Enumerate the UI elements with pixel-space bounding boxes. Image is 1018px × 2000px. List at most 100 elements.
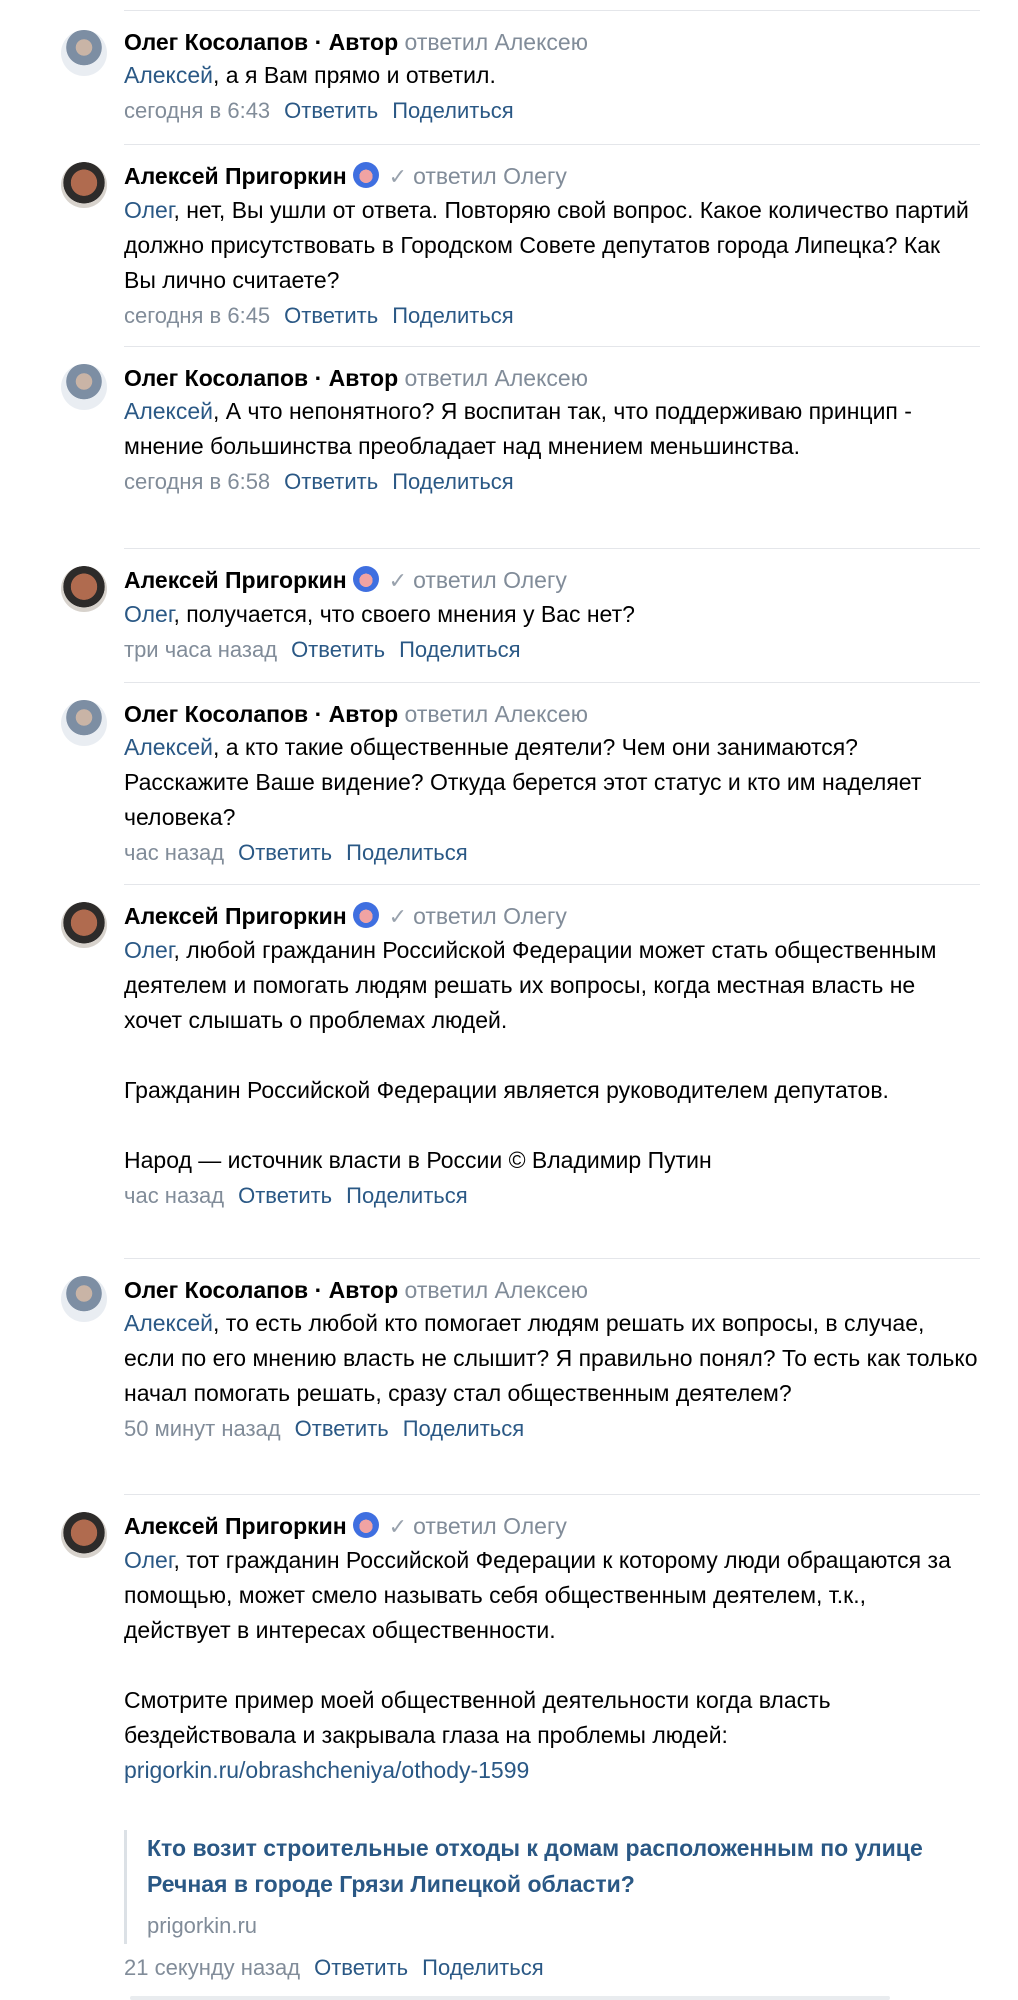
share-button[interactable]: Поделиться — [392, 469, 513, 494]
reply-button[interactable]: Ответить — [238, 840, 332, 865]
comment-meta: час назад Ответить Поделиться — [124, 835, 978, 870]
comment-header: Олег Косолапов · Автор ответил Алексею — [124, 698, 978, 730]
gift-badge-icon[interactable] — [352, 162, 379, 188]
reply-to-label[interactable]: ответил Алексею — [405, 29, 588, 55]
timestamp[interactable]: сегодня в 6:45 — [124, 303, 270, 328]
timestamp[interactable]: сегодня в 6:43 — [124, 98, 270, 123]
link-preview-snippet[interactable]: Кто возит строительные отходы к домам ра… — [124, 1830, 987, 1944]
reply-button[interactable]: Ответить — [314, 1955, 408, 1980]
comment-meta: 21 секунду назад Ответить Поделиться — [124, 1950, 978, 1985]
divider — [124, 10, 980, 11]
check-icon: ✓ — [388, 1514, 408, 1539]
reply-to-label[interactable]: ответил Алексею — [405, 1277, 588, 1303]
avatar[interactable] — [61, 902, 107, 948]
mention-link[interactable]: Олег — [124, 197, 173, 223]
author-name[interactable]: Алексей Пригоркин — [124, 163, 347, 189]
comment-body: Алексей Пригоркин ✓ ответил Олегу Олег, не… — [124, 160, 978, 333]
mention-link[interactable]: Алексей — [124, 398, 213, 424]
gift-badge-icon[interactable] — [352, 902, 379, 928]
reply-to-label[interactable]: ответил Алексею — [405, 365, 588, 391]
author-name[interactable]: Олег Косолапов — [124, 701, 308, 727]
scroll-indicator — [130, 1996, 890, 2000]
comment-meta: час назад Ответить Поделиться — [124, 1178, 978, 1213]
comment-header: Алексей Пригоркин ✓ ответил Олегу — [124, 1510, 978, 1543]
author-name[interactable]: Алексей Пригоркин — [124, 1513, 347, 1539]
comment-text: Алексей, А что непонятного? Я воспитан т… — [124, 394, 978, 464]
mention-link[interactable]: Алексей — [124, 734, 213, 760]
comment-body: Алексей Пригоркин ✓ ответил Олегу Олег, по… — [124, 564, 978, 667]
avatar[interactable] — [61, 30, 107, 76]
timestamp[interactable]: 50 минут назад — [124, 1416, 281, 1441]
avatar[interactable] — [61, 1512, 107, 1558]
comment-body: Алексей Пригоркин ✓ ответил Олегу Олег, лю… — [124, 900, 978, 1213]
reply-to-label[interactable]: ответил Алексею — [405, 701, 588, 727]
comment-header: Олег Косолапов · Автор ответил Алексею — [124, 26, 978, 58]
timestamp[interactable]: час назад — [124, 840, 224, 865]
comment-meta: сегодня в 6:45 Ответить Поделиться — [124, 298, 978, 333]
comment-meta: три часа назад Ответить Поделиться — [124, 632, 978, 667]
gift-badge-icon[interactable] — [352, 1512, 379, 1538]
mention-link[interactable]: Алексей — [124, 62, 213, 88]
author-name[interactable]: Алексей Пригоркин — [124, 567, 347, 593]
timestamp[interactable]: 21 секунду назад — [124, 1955, 300, 1980]
comment-body: Олег Косолапов · Автор ответил Алексею А… — [124, 698, 978, 870]
reply-to-label[interactable]: ответил Олегу — [413, 903, 567, 929]
avatar[interactable] — [61, 364, 107, 410]
comment-header: Олег Косолапов · Автор ответил Алексею — [124, 362, 978, 394]
author-name[interactable]: Алексей Пригоркин — [124, 903, 347, 929]
mention-link[interactable]: Олег — [124, 937, 173, 963]
external-link[interactable]: prigorkin.ru/obrashcheniya/othody-1599 — [124, 1757, 529, 1783]
share-button[interactable]: Поделиться — [346, 840, 467, 865]
avatar[interactable] — [61, 162, 107, 208]
comment-text: Алексей, а кто такие общественные деятел… — [124, 730, 978, 835]
comment-text-body: , то есть любой кто помогает людям решат… — [124, 1310, 984, 1406]
check-icon: ✓ — [388, 164, 408, 189]
reply-to-label[interactable]: ответил Олегу — [413, 567, 567, 593]
reply-button[interactable]: Ответить — [291, 637, 385, 662]
avatar[interactable] — [61, 566, 107, 612]
reply-button[interactable]: Ответить — [284, 98, 378, 123]
author-name[interactable]: Олег Косолапов — [124, 29, 308, 55]
mention-link[interactable]: Олег — [124, 601, 173, 627]
timestamp[interactable]: три часа назад — [124, 637, 277, 662]
comment-text-body: , получается, что своего мнения у Вас не… — [173, 601, 635, 627]
share-button[interactable]: Поделиться — [403, 1416, 524, 1441]
author-tag: · Автор — [308, 365, 399, 391]
comment-text-body: , любой гражданин Российской Федерации м… — [124, 937, 937, 1173]
gift-badge-icon[interactable] — [352, 566, 379, 592]
comment-text: Олег, получается, что своего мнения у Ва… — [124, 597, 978, 632]
comment-meta: сегодня в 6:43 Ответить Поделиться — [124, 93, 978, 128]
comment-header: Алексей Пригоркин ✓ ответил Олегу — [124, 564, 978, 597]
comment-text: Алексей, а я Вам прямо и ответил. — [124, 58, 978, 93]
comment-text-body: , тот гражданин Российской Федерации к к… — [124, 1547, 951, 1748]
reply-to-label[interactable]: ответил Олегу — [413, 1513, 567, 1539]
reply-to-label[interactable]: ответил Олегу — [413, 163, 567, 189]
comment-text-body: , А что непонятного? Я воспитан так, что… — [124, 398, 919, 459]
comment-link-line: prigorkin.ru/obrashcheniya/othody-1599 — [124, 1753, 978, 1788]
share-button[interactable]: Поделиться — [399, 637, 520, 662]
snippet-title[interactable]: Кто возит строительные отходы к домам ра… — [147, 1830, 987, 1902]
author-tag: · Автор — [308, 29, 399, 55]
mention-link[interactable]: Алексей — [124, 1310, 213, 1336]
comment-text: Алексей, то есть любой кто помогает людя… — [124, 1306, 978, 1411]
author-name[interactable]: Олег Косолапов — [124, 365, 308, 391]
reply-button[interactable]: Ответить — [284, 469, 378, 494]
mention-link[interactable]: Олег — [124, 1547, 173, 1573]
share-button[interactable]: Поделиться — [392, 303, 513, 328]
avatar[interactable] — [61, 1276, 107, 1322]
comment-header: Алексей Пригоркин ✓ ответил Олегу — [124, 160, 978, 193]
reply-button[interactable]: Ответить — [238, 1183, 332, 1208]
author-name[interactable]: Олег Косолапов — [124, 1277, 308, 1303]
reply-button[interactable]: Ответить — [295, 1416, 389, 1441]
share-button[interactable]: Поделиться — [422, 1955, 543, 1980]
share-button[interactable]: Поделиться — [346, 1183, 467, 1208]
timestamp[interactable]: сегодня в 6:58 — [124, 469, 270, 494]
divider — [124, 682, 980, 683]
divider — [124, 1494, 980, 1495]
share-button[interactable]: Поделиться — [392, 98, 513, 123]
comment-text: Олег, любой гражданин Российской Федерац… — [124, 933, 978, 1178]
reply-button[interactable]: Ответить — [284, 303, 378, 328]
comment-body: Олег Косолапов · Автор ответил Алексею А… — [124, 362, 978, 499]
avatar[interactable] — [61, 700, 107, 746]
timestamp[interactable]: час назад — [124, 1183, 224, 1208]
